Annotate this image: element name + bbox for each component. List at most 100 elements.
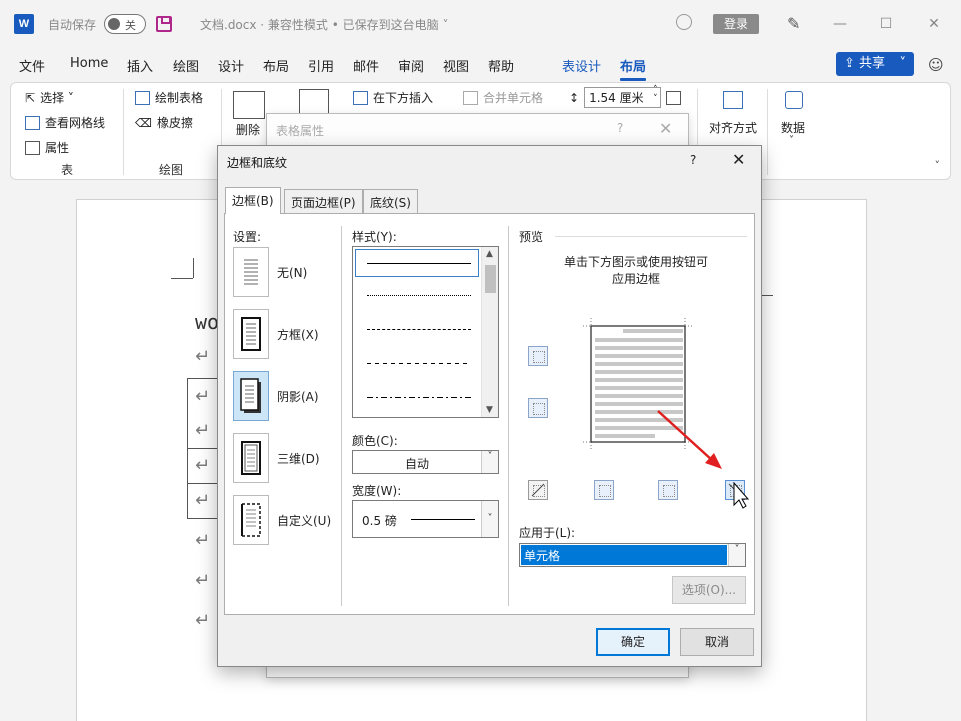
width-select[interactable]: 0.5 磅 ˅ (352, 500, 499, 538)
apply-to-select[interactable]: 单元格 ˅ (519, 543, 746, 567)
tab-home[interactable]: Home (70, 56, 108, 71)
tab-layout[interactable]: 布局 (263, 56, 289, 75)
tab-page-border[interactable]: 页面边框(P) (284, 189, 363, 213)
tab-table-design[interactable]: 表设计 (562, 56, 601, 75)
scroll-thumb[interactable] (485, 265, 496, 293)
maximize-icon[interactable]: ☐ (874, 12, 898, 36)
share-button[interactable]: ⇪ 共享 ˅ (836, 52, 914, 76)
save-icon[interactable] (156, 16, 172, 32)
settings-title: 设置: (233, 230, 262, 244)
merge-cells-button[interactable]: 合并单元格 (463, 89, 543, 106)
ribbon-separator (123, 89, 124, 175)
eraser-button[interactable]: ⌫ 橡皮擦 (135, 114, 193, 131)
delete-button[interactable]: 删除 (236, 121, 260, 138)
chevron-down-icon[interactable]: ˅ (728, 544, 745, 566)
autosave-toggle[interactable]: 关 (104, 14, 146, 34)
dialog-title: 边框和底纹 (227, 156, 288, 170)
close-icon[interactable]: ✕ (922, 12, 946, 36)
close-icon[interactable]: ✕ (732, 150, 745, 169)
chevron-down-icon[interactable]: ˅ (481, 501, 498, 537)
line-style-fine-dash[interactable] (367, 329, 471, 330)
row-height-icon: ↕ (569, 90, 580, 105)
row-height-input[interactable]: 1.54 厘米 ˄ ˅ (584, 86, 661, 108)
tab-view[interactable]: 视图 (443, 56, 469, 75)
line-style-scrollbar[interactable]: ▲ ▼ (481, 247, 498, 417)
table-border (187, 518, 219, 519)
line-style-dashed[interactable] (367, 363, 471, 364)
help-icon[interactable]: ? (617, 121, 623, 135)
insert-below-button[interactable]: 在下方插入 (353, 89, 433, 106)
tab-design[interactable]: 设计 (218, 56, 244, 75)
tab-review[interactable]: 审阅 (398, 56, 424, 75)
tab-borders[interactable]: 边框(B) (225, 187, 281, 214)
bottom-border-button[interactable] (528, 398, 548, 418)
cancel-button[interactable]: 取消 (680, 628, 754, 656)
minimize-icon[interactable]: — (828, 12, 852, 36)
align-button[interactable]: 对齐方式 (709, 119, 757, 136)
distribute-rows-icon[interactable] (665, 90, 681, 105)
box-border-icon (241, 317, 261, 351)
3d-border-icon (241, 441, 261, 475)
document-title[interactable]: 文档.docx · 兼容性模式 • 已保存到这台电脑 ˅ (200, 16, 448, 33)
table-border (187, 483, 219, 484)
tab-shading[interactable]: 底纹(S) (363, 189, 418, 213)
setting-none-thumb[interactable] (233, 247, 269, 297)
tab-table-layout[interactable]: 布局 (620, 56, 647, 81)
setting-3d-label[interactable]: 三维(D) (277, 450, 320, 467)
tab-draw[interactable]: 绘图 (173, 56, 199, 75)
line-style-solid[interactable] (367, 263, 471, 264)
setting-box-thumb[interactable] (233, 309, 269, 359)
setting-shadow-thumb[interactable] (233, 371, 269, 421)
row-height-value: 1.54 厘米 (589, 91, 644, 105)
view-gridlines-button[interactable]: 查看网格线 (25, 114, 105, 131)
close-icon[interactable]: ✕ (659, 119, 672, 138)
cell-mark: ↵ (195, 386, 211, 407)
setting-custom-thumb[interactable] (233, 495, 269, 545)
draw-table-button[interactable]: 绘制表格 (135, 89, 203, 106)
paragraph-mark: ↵ (195, 610, 211, 631)
comment-icon[interactable]: ☺ (928, 56, 944, 74)
left-border-button[interactable] (594, 480, 614, 500)
scroll-up-icon[interactable]: ▲ (486, 249, 493, 259)
data-button[interactable]: 数据 (781, 119, 805, 136)
select-label: 选择 ˅ (40, 91, 74, 105)
line-style-dash-dot[interactable] (367, 397, 471, 398)
line-style-list[interactable]: ▲ ▼ (352, 246, 499, 418)
setting-box-label[interactable]: 方框(X) (277, 326, 319, 343)
chevron-down-icon[interactable]: ˅ (481, 451, 498, 473)
setting-none-label[interactable]: 无(N) (277, 264, 307, 281)
top-border-button[interactable] (528, 346, 548, 366)
word-logo-icon: W (14, 14, 34, 34)
setting-shadow-label[interactable]: 阴影(A) (277, 388, 319, 405)
insert-above-icon[interactable] (299, 89, 329, 115)
diagonal-up-border-button[interactable] (528, 480, 548, 500)
color-label: 颜色(C): (352, 434, 398, 448)
view-gridlines-label: 查看网格线 (45, 116, 106, 130)
ok-button[interactable]: 确定 (596, 628, 670, 656)
tab-references[interactable]: 引用 (308, 56, 334, 75)
setting-3d-thumb[interactable] (233, 433, 269, 483)
tab-help[interactable]: 帮助 (488, 56, 514, 75)
tab-file[interactable]: 文件 (19, 56, 45, 75)
tab-insert[interactable]: 插入 (127, 56, 153, 75)
select-button[interactable]: ⇱ 选择 ˅ (25, 89, 74, 106)
spinner-icon[interactable]: ˄ ˅ (653, 86, 658, 104)
options-button[interactable]: 选项(O)... (672, 576, 746, 604)
color-select[interactable]: 自动 ˅ (352, 450, 499, 474)
properties-button[interactable]: 属性 (25, 139, 69, 156)
preview-title: 预览 (519, 230, 544, 244)
scroll-down-icon[interactable]: ▼ (486, 405, 493, 415)
setting-custom-label[interactable]: 自定义(U) (277, 512, 331, 529)
pen-icon[interactable]: ✎ (787, 14, 800, 33)
heading-fragment: wo (195, 310, 220, 334)
search-icon[interactable] (676, 14, 692, 30)
width-value: 0.5 磅 (362, 514, 397, 528)
width-sample-line (411, 519, 475, 520)
tab-mailings[interactable]: 邮件 (353, 56, 379, 75)
help-icon[interactable]: ? (690, 153, 696, 167)
collapse-ribbon-icon[interactable]: ˅ (935, 159, 941, 172)
cell-mark: ↵ (195, 420, 211, 441)
cell-mark: ↵ (195, 490, 211, 511)
login-button[interactable]: 登录 (713, 14, 759, 34)
line-style-dotted[interactable] (367, 295, 471, 296)
